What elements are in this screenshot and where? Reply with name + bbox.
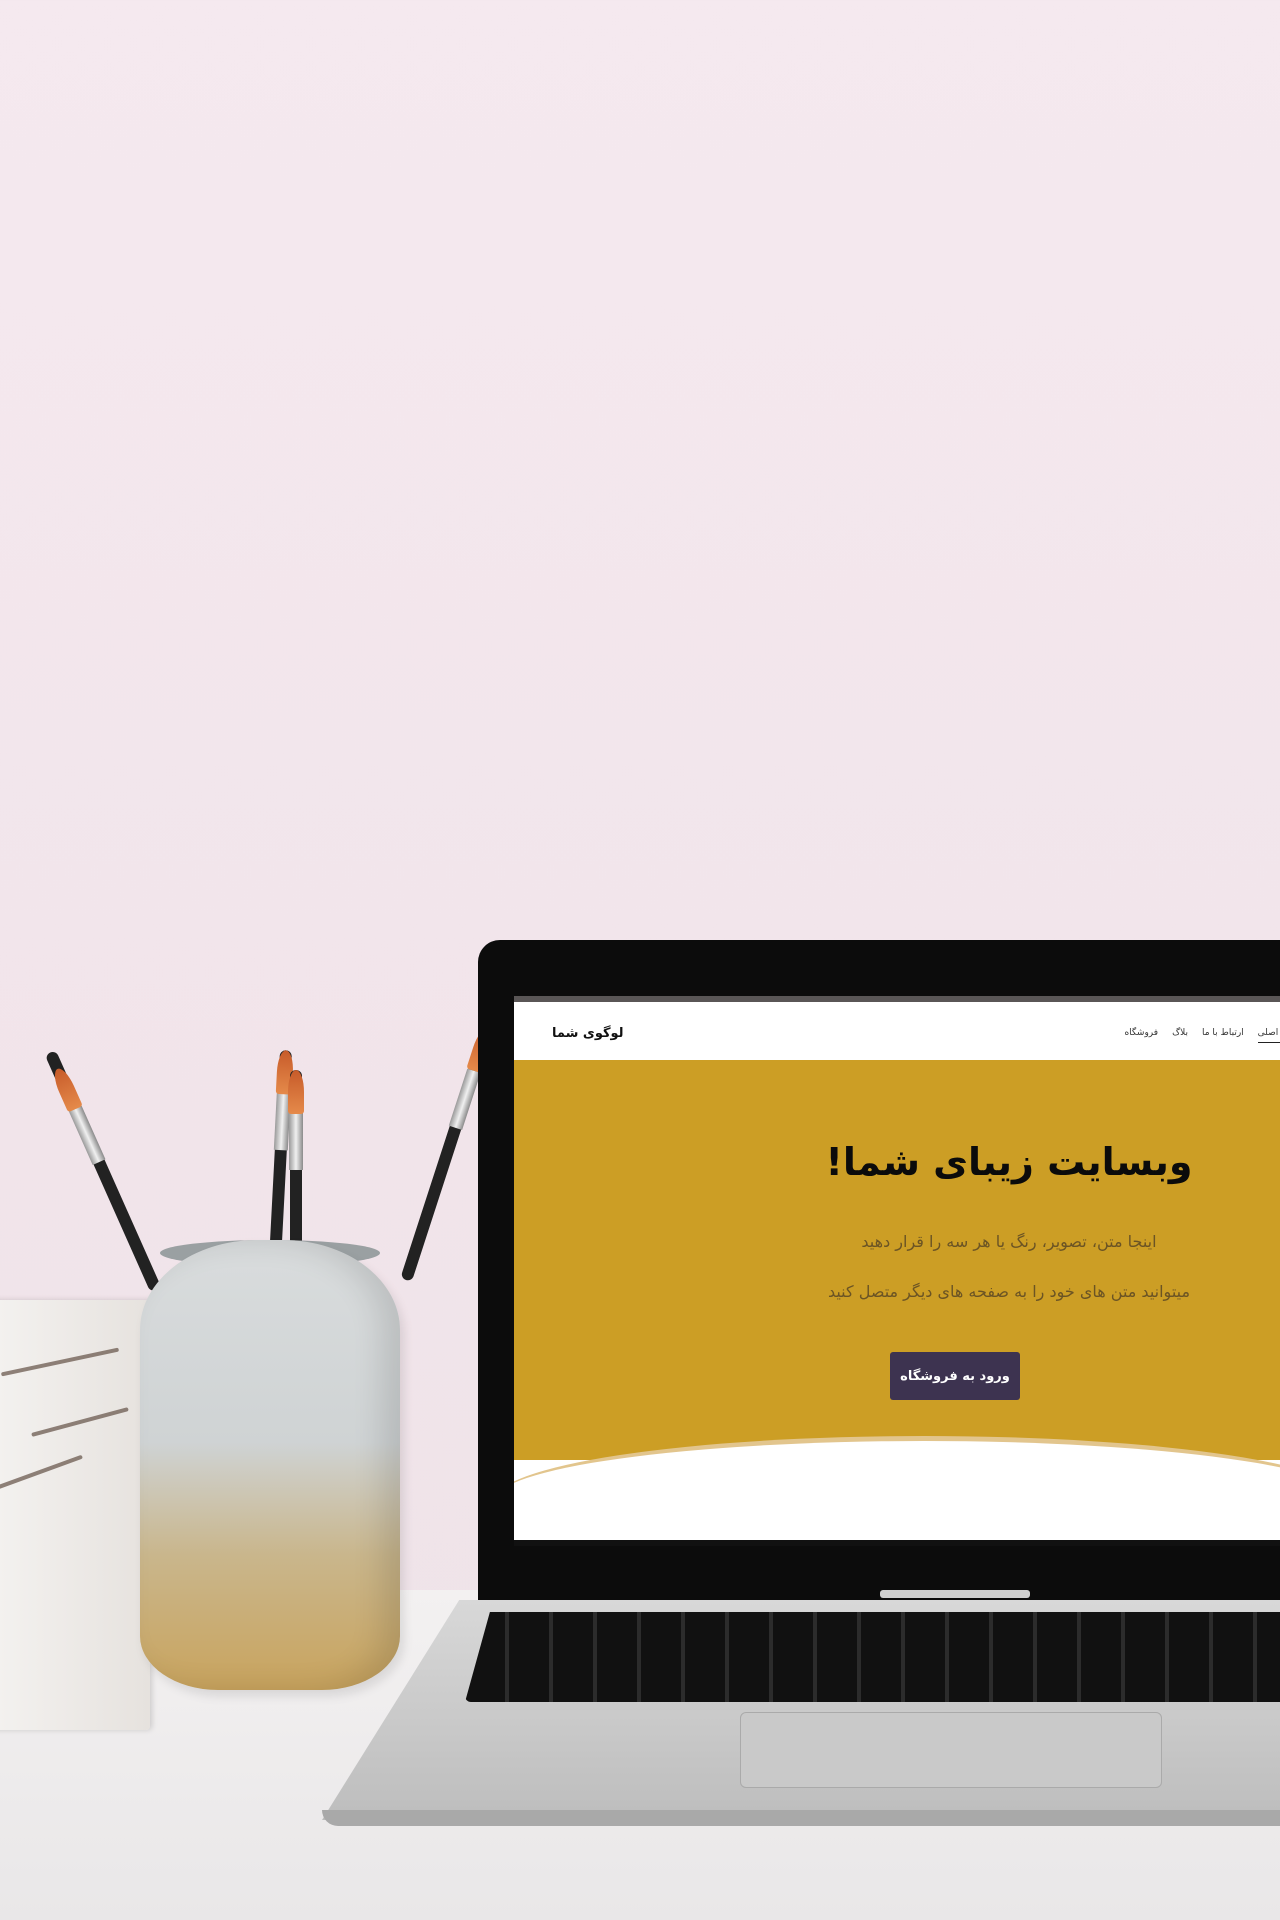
paint-brush: [44, 1050, 162, 1293]
nav-item-home[interactable]: صفحه اصلی: [1257, 1028, 1280, 1043]
brush-vase: [140, 1240, 400, 1690]
laptop-keyboard: [465, 1612, 1280, 1702]
laptop-base-edge: [322, 1810, 1280, 1826]
laptop-screen: لوگوی شما صفحه اصلی ارتباط با ما بلاگ فر…: [514, 996, 1280, 1546]
hero-section: وبسایت زیبای شما! اینجا متن، تصویر، رنگ …: [514, 1060, 1280, 1460]
hero-text-line-1: اینجا متن، تصویر، رنگ یا هر سه را قرار د…: [861, 1232, 1157, 1251]
screen-bottom-bezel: [514, 1540, 1280, 1546]
laptop-hinge: [880, 1590, 1030, 1598]
wooden-box: [0, 1300, 150, 1730]
nav-item-blog[interactable]: بلاگ: [1172, 1028, 1188, 1043]
nav-item-shop[interactable]: فروشگاه: [1124, 1028, 1158, 1043]
laptop-trackpad: [740, 1712, 1162, 1788]
hero-text-line-2: میتوانید متن های خود را به صفحه های دیگر…: [827, 1282, 1191, 1301]
nav-menu: صفحه اصلی ارتباط با ما بلاگ فروشگاه: [1124, 1028, 1280, 1043]
site-navbar: لوگوی شما صفحه اصلی ارتباط با ما بلاگ فر…: [514, 1002, 1280, 1060]
enter-shop-button[interactable]: ورود به فروشگاه: [890, 1352, 1020, 1400]
nav-item-contact[interactable]: ارتباط با ما: [1202, 1028, 1244, 1043]
site-logo[interactable]: لوگوی شما: [552, 1026, 624, 1041]
hero-title: وبسایت زیبای شما!: [825, 1140, 1193, 1184]
